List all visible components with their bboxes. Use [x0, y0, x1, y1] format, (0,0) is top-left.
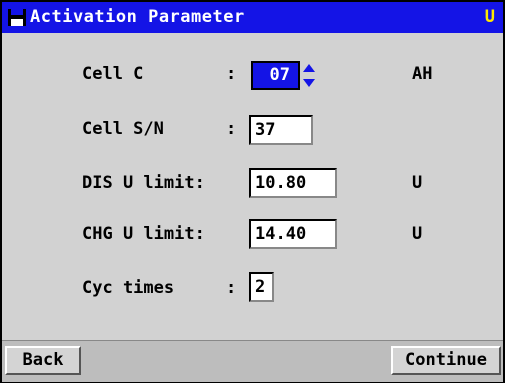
cyc-times-input[interactable]: 2: [249, 272, 274, 302]
dis-u-limit-input[interactable]: 10.80: [249, 168, 337, 198]
bottom-button-bar: Back Continue: [2, 340, 503, 382]
title-bar: Activation Parameter U: [2, 2, 503, 33]
dis-u-limit-unit: U: [412, 173, 423, 193]
cell-c-unit: AH: [412, 64, 433, 84]
cyc-times-label: Cyc times: [82, 278, 175, 298]
cell-sn-colon: :: [226, 119, 237, 139]
back-button[interactable]: Back: [5, 346, 81, 375]
cyc-times-colon: :: [226, 278, 237, 298]
spin-updown-icon[interactable]: [302, 61, 316, 90]
status-indicator: U: [484, 7, 495, 27]
chg-u-limit-unit: U: [412, 224, 423, 244]
continue-button[interactable]: Continue: [391, 346, 501, 375]
cell-c-input[interactable]: 07: [251, 61, 300, 90]
cell-c-label: Cell C: [82, 64, 144, 84]
floppy-disk-icon: [8, 9, 26, 26]
cell-sn-label: Cell S/N: [82, 119, 164, 139]
dis-u-limit-label: DIS U limit:: [82, 173, 205, 193]
window-title: Activation Parameter: [30, 7, 245, 27]
activation-parameter-window: Activation Parameter U Cell C : 07 AH Ce…: [0, 0, 505, 383]
chg-u-limit-label: CHG U limit:: [82, 224, 205, 244]
cell-sn-input[interactable]: 37: [249, 115, 313, 145]
cell-c-colon: :: [226, 64, 237, 84]
chg-u-limit-input[interactable]: 14.40: [249, 219, 337, 249]
